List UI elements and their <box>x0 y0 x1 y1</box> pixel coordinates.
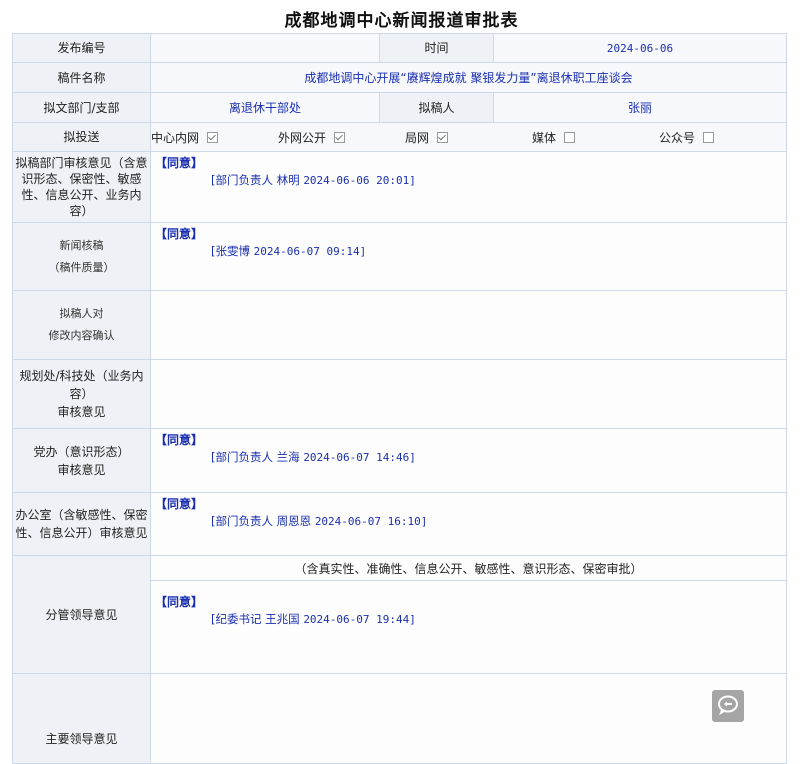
manuscript-value[interactable]: 成都地调中心开展“赓辉煌成就 聚银发力量”离退休职工座谈会 <box>150 62 787 93</box>
approval-form-table: 发布编号 时间 2024-06-06 稿件名称 成都地调中心开展“赓辉煌成就 聚… <box>12 33 787 764</box>
signature-line: [张雯博 2024-06-07 09:14] <box>211 243 786 259</box>
approval-status: 【同意】 <box>155 433 204 447</box>
row-office-review: 办公室（含敏感性、保密性、信息公开）审核意见 【同意】 [部门负责人 周恩恩 2… <box>12 492 787 556</box>
row-main-leader: 主要领导意见 <box>12 673 787 764</box>
signature-line: [纪委书记 王兆国 2024-06-07 19:44] <box>211 611 786 627</box>
signer: [张雯博 <box>211 244 250 258</box>
channel-option-intranet[interactable]: 中心内网 <box>151 129 279 146</box>
channel-option-label: 公众号 <box>659 130 696 145</box>
row-drafter-confirm: 拟稿人对 修改内容确认 <box>12 290 787 360</box>
drafter-confirm-content[interactable] <box>150 290 787 360</box>
channel-option-label: 中心内网 <box>151 130 200 145</box>
leader-review-note: （含真实性、准确性、信息公开、敏感性、意识形态、保密审批） <box>150 555 787 581</box>
chat-button[interactable] <box>712 690 744 722</box>
leader-review-label: 分管领导意见 <box>12 555 151 674</box>
channel-option-label: 局网 <box>405 130 430 145</box>
planning-review-content[interactable] <box>150 359 787 429</box>
main-leader-content[interactable] <box>150 673 787 764</box>
office-review-label: 办公室（含敏感性、保密性、信息公开）审核意见 <box>12 492 151 556</box>
row-dept: 拟文部门/支部 离退休干部处 拟稿人 张丽 <box>12 92 787 123</box>
dept-value[interactable]: 离退休干部处 <box>150 92 380 123</box>
news-review-label: 新闻核稿 （稿件质量） <box>12 222 151 291</box>
dept-review-content: 【同意】 [部门负责人 林明 2024-06-06 20:01] <box>150 151 787 223</box>
dept-review-label: 拟稿部门审核意见（含意识形态、保密性、敏感性、信息公开、业务内容） <box>12 151 151 223</box>
main-leader-label: 主要领导意见 <box>12 673 151 764</box>
news-review-label-line2: （稿件质量） <box>48 260 115 274</box>
channel-option-media[interactable]: 媒体 <box>532 129 659 146</box>
sign-datetime: 2024-06-07 09:14] <box>253 245 367 258</box>
row-dept-review: 拟稿部门审核意见（含意识形态、保密性、敏感性、信息公开、业务内容） 【同意】 [… <box>12 151 787 223</box>
channel-option-public-web[interactable]: 外网公开 <box>278 129 405 146</box>
drafter-value[interactable]: 张丽 <box>493 92 787 123</box>
signature-line: [部门负责人 林明 2024-06-06 20:01] <box>211 172 786 188</box>
checkbox-unchecked[interactable] <box>703 131 715 143</box>
channels-cell: 中心内网 外网公开 局网 媒体 公众号 <box>150 122 787 152</box>
manuscript-label: 稿件名称 <box>12 62 151 93</box>
checkbox-unchecked[interactable] <box>564 131 576 143</box>
publish-no-label: 发布编号 <box>12 33 151 63</box>
news-review-content: 【同意】 [张雯博 2024-06-07 09:14] <box>150 222 787 291</box>
channel-option-label: 外网公开 <box>278 130 327 145</box>
signature-line: [部门负责人 兰海 2024-06-07 14:46] <box>211 449 786 465</box>
drafter-confirm-label-line1: 拟稿人对 <box>59 307 104 320</box>
planning-review-label-line1: 规划处/科技处（业务内容） <box>19 369 144 401</box>
sign-datetime: 2024-06-07 16:10] <box>314 515 428 528</box>
office-review-content: 【同意】 [部门负责人 周恩恩 2024-06-07 16:10] <box>150 492 787 556</box>
checkbox-checked[interactable] <box>437 131 449 143</box>
channels-label: 拟投送 <box>12 122 151 152</box>
time-label: 时间 <box>379 33 494 63</box>
party-review-label-line1: 党办（意识形态） <box>33 444 130 459</box>
row-planning-review: 规划处/科技处（业务内容） 审核意见 <box>12 359 787 429</box>
row-manuscript: 稿件名称 成都地调中心开展“赓辉煌成就 聚银发力量”离退休职工座谈会 <box>12 62 787 93</box>
channel-option-label: 媒体 <box>532 130 557 145</box>
time-value[interactable]: 2024-06-06 <box>493 33 787 63</box>
signature-line: [部门负责人 周恩恩 2024-06-07 16:10] <box>211 513 786 529</box>
sign-datetime: 2024-06-06 20:01] <box>303 174 416 187</box>
drafter-label: 拟稿人 <box>379 92 494 123</box>
publish-no-value[interactable] <box>150 33 380 63</box>
page-title: 成都地调中心新闻报道审批表 <box>284 11 519 31</box>
drafter-confirm-label-line2: 修改内容确认 <box>48 329 115 342</box>
approval-status: 【同意】 <box>155 156 204 170</box>
row-channels: 拟投送 中心内网 外网公开 局网 媒体 公众号 <box>12 122 787 152</box>
sign-datetime: 2024-06-07 14:46] <box>303 451 416 464</box>
row-publish-no: 发布编号 时间 2024-06-06 <box>12 33 787 63</box>
row-news-review: 新闻核稿 （稿件质量） 【同意】 [张雯博 2024-06-07 09:14] <box>12 222 787 291</box>
checkbox-checked[interactable] <box>207 131 219 143</box>
planning-review-label: 规划处/科技处（业务内容） 审核意见 <box>12 359 151 429</box>
checkbox-checked[interactable] <box>334 131 346 143</box>
leader-review-content: 【同意】 [纪委书记 王兆国 2024-06-07 19:44] <box>150 580 787 674</box>
signer: [纪委书记 王兆国 <box>211 612 300 626</box>
channel-option-bureau-web[interactable]: 局网 <box>405 129 532 146</box>
channel-checkbox-group: 中心内网 外网公开 局网 媒体 公众号 <box>151 128 786 146</box>
drafter-confirm-label: 拟稿人对 修改内容确认 <box>12 290 151 360</box>
approval-status: 【同意】 <box>155 497 204 511</box>
sign-datetime: 2024-06-07 19:44] <box>303 613 416 626</box>
signer: [部门负责人 兰海 <box>211 450 300 464</box>
approval-status: 【同意】 <box>155 227 204 241</box>
planning-review-label-line2: 审核意见 <box>57 405 106 419</box>
party-review-label: 党办（意识形态） 审核意见 <box>12 428 151 493</box>
party-review-content: 【同意】 [部门负责人 兰海 2024-06-07 14:46] <box>150 428 787 493</box>
approval-status: 【同意】 <box>155 595 204 609</box>
dept-label: 拟文部门/支部 <box>12 92 151 123</box>
news-review-label-line1: 新闻核稿 <box>59 238 104 252</box>
party-review-label-line2: 审核意见 <box>57 462 106 477</box>
row-party-review: 党办（意识形态） 审核意见 【同意】 [部门负责人 兰海 2024-06-07 … <box>12 428 787 493</box>
signer: [部门负责人 林明 <box>211 173 300 187</box>
chat-bubble-icon <box>717 695 739 718</box>
channel-option-wechat[interactable]: 公众号 <box>659 129 786 146</box>
row-leader-note: 分管领导意见 （含真实性、准确性、信息公开、敏感性、意识形态、保密审批） <box>12 555 787 674</box>
signer: [部门负责人 周恩恩 <box>211 514 312 528</box>
